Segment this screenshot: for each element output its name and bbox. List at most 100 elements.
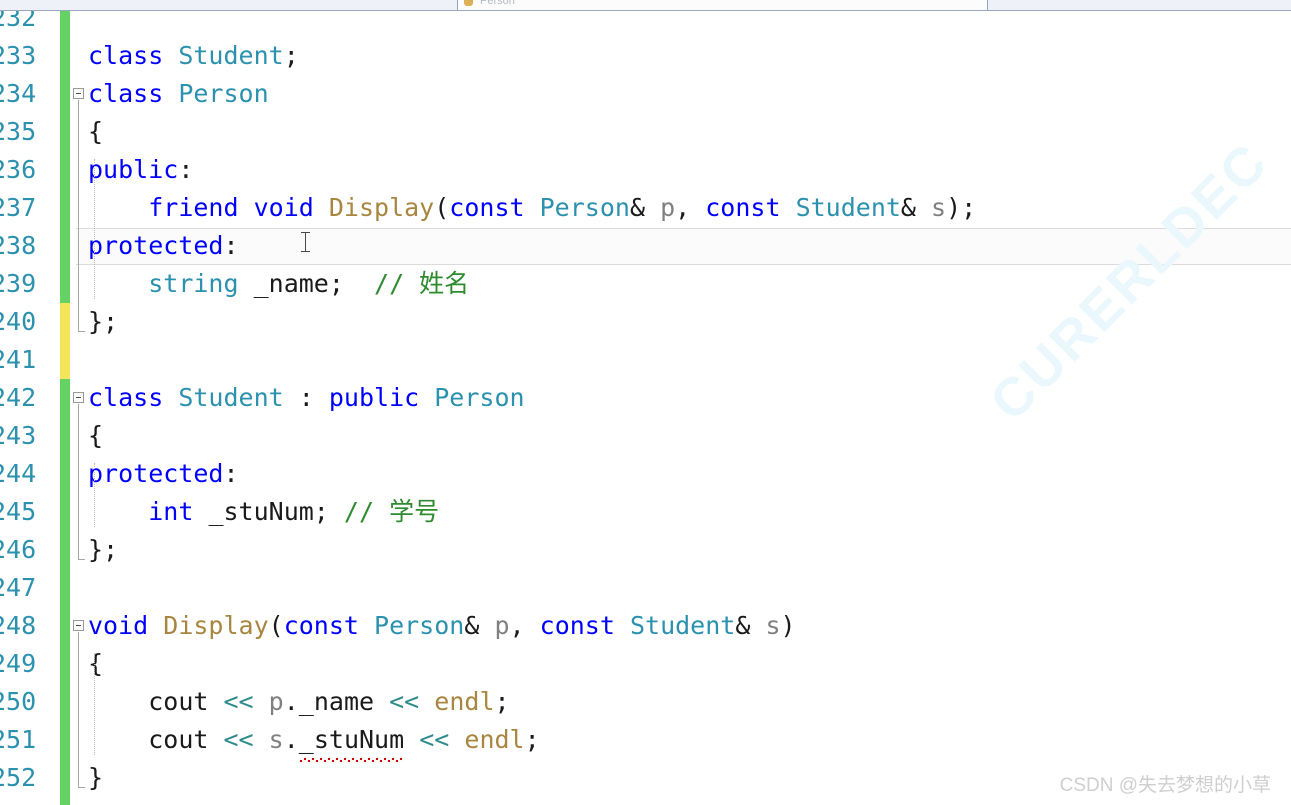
code-token: s: [931, 193, 947, 222]
code-token: friend: [148, 193, 239, 222]
collapse-region-icon[interactable]: [73, 620, 84, 631]
code-token: Person: [539, 193, 630, 222]
code-token: s: [765, 611, 781, 640]
code-line-237[interactable]: friend void Display(const Person& p, con…: [88, 189, 1291, 227]
code-line-240[interactable]: };: [88, 303, 1291, 341]
code-token: }: [88, 763, 104, 792]
code-line-253[interactable]: [88, 797, 1291, 805]
nav-project-dropdown[interactable]: [0, 0, 458, 10]
code-editor[interactable]: 232 233 234 235 236 237 238 239 240 241 242 243 244 2…: [0, 11, 1291, 805]
code-token: {: [88, 117, 104, 146]
code-token: ;: [494, 687, 510, 716]
fold-region-end: [78, 787, 85, 788]
code-line-246[interactable]: };: [88, 531, 1291, 569]
code-line-243[interactable]: {: [88, 417, 1291, 455]
code-token: protected: [88, 231, 224, 260]
line-number: 240: [0, 307, 37, 336]
code-token: );: [946, 193, 977, 222]
line-number: 233: [0, 41, 37, 70]
code-line-238[interactable]: protected:: [88, 227, 1291, 265]
code-line-233[interactable]: class Student;: [88, 37, 1291, 75]
code-line-247[interactable]: [88, 569, 1291, 607]
code-token: const: [539, 611, 615, 640]
code-token: <<: [419, 725, 450, 754]
line-number: 237: [0, 193, 37, 222]
line-number-gutter: 232 233 234 235 236 237 238 239 240 241 242 243 244 2…: [0, 11, 60, 805]
code-token: s: [268, 725, 284, 754]
nav-member-dropdown[interactable]: [988, 0, 1291, 10]
fold-region-end: [78, 331, 85, 332]
code-line-245[interactable]: int _stuNum; // 学号: [88, 493, 1291, 531]
code-token: cout: [148, 687, 209, 716]
code-token: _name: [253, 269, 329, 298]
change-tracking-bar: [60, 11, 70, 805]
code-token: (: [434, 193, 450, 222]
visual-studio-window: Person 232 233 234 235 236 237 238 239 240 241 242…: [0, 0, 1291, 805]
code-line-232[interactable]: [88, 11, 1291, 37]
code-line-235[interactable]: {: [88, 113, 1291, 151]
line-number: 250: [0, 687, 37, 716]
change-bar-segment-saved: [60, 379, 70, 805]
code-token: <<: [223, 725, 254, 754]
code-token: _name: [298, 687, 375, 716]
code-token: Student: [629, 611, 736, 640]
code-token: endl: [434, 687, 495, 716]
code-line-241[interactable]: [88, 341, 1291, 379]
collapse-region-icon[interactable]: [73, 88, 84, 99]
code-line-252[interactable]: }: [88, 759, 1291, 797]
line-number: 247: [0, 573, 37, 602]
nav-type-label: Person: [480, 0, 515, 7]
code-line-239[interactable]: string _name; // 姓名: [88, 265, 1291, 303]
code-token: const: [705, 193, 781, 222]
code-line-250[interactable]: cout << p._name << endl;: [88, 683, 1291, 721]
code-line-249[interactable]: {: [88, 645, 1291, 683]
code-line-242[interactable]: class Student : public Person: [88, 379, 1291, 417]
code-token: &: [900, 193, 916, 222]
code-token: :: [298, 383, 314, 412]
code-token: };: [88, 307, 119, 336]
code-token: ;: [328, 269, 344, 298]
code-line-251[interactable]: cout << s._stuNum << endl;: [88, 721, 1291, 762]
nav-type-dropdown[interactable]: Person: [458, 0, 988, 10]
code-token: void: [253, 193, 314, 222]
code-token: Person: [434, 383, 525, 412]
code-token: protected: [88, 459, 224, 488]
code-token: endl: [464, 725, 525, 754]
code-token: Person: [178, 79, 269, 108]
code-line-234[interactable]: class Person: [88, 75, 1291, 113]
outlining-margin[interactable]: [70, 11, 88, 805]
code-token: public: [88, 155, 179, 184]
code-token: {: [88, 421, 104, 450]
code-token: p: [660, 193, 676, 222]
line-number: 245: [0, 497, 37, 526]
code-token: <<: [389, 687, 420, 716]
change-bar-segment-unsaved: [60, 303, 70, 379]
indent-guide: [94, 463, 95, 527]
code-token: public: [328, 383, 420, 412]
code-token: Student: [178, 383, 284, 412]
code-text-area[interactable]: class Student; class Person { public: frien…: [88, 11, 1291, 805]
code-line-244[interactable]: protected:: [88, 455, 1291, 493]
code-line-248[interactable]: void Display(const Person& p, const Stud…: [88, 607, 1291, 645]
collapse-region-icon[interactable]: [73, 392, 84, 403]
code-token: const: [283, 611, 359, 640]
code-token: :: [178, 155, 194, 184]
code-line-236[interactable]: public:: [88, 151, 1291, 189]
